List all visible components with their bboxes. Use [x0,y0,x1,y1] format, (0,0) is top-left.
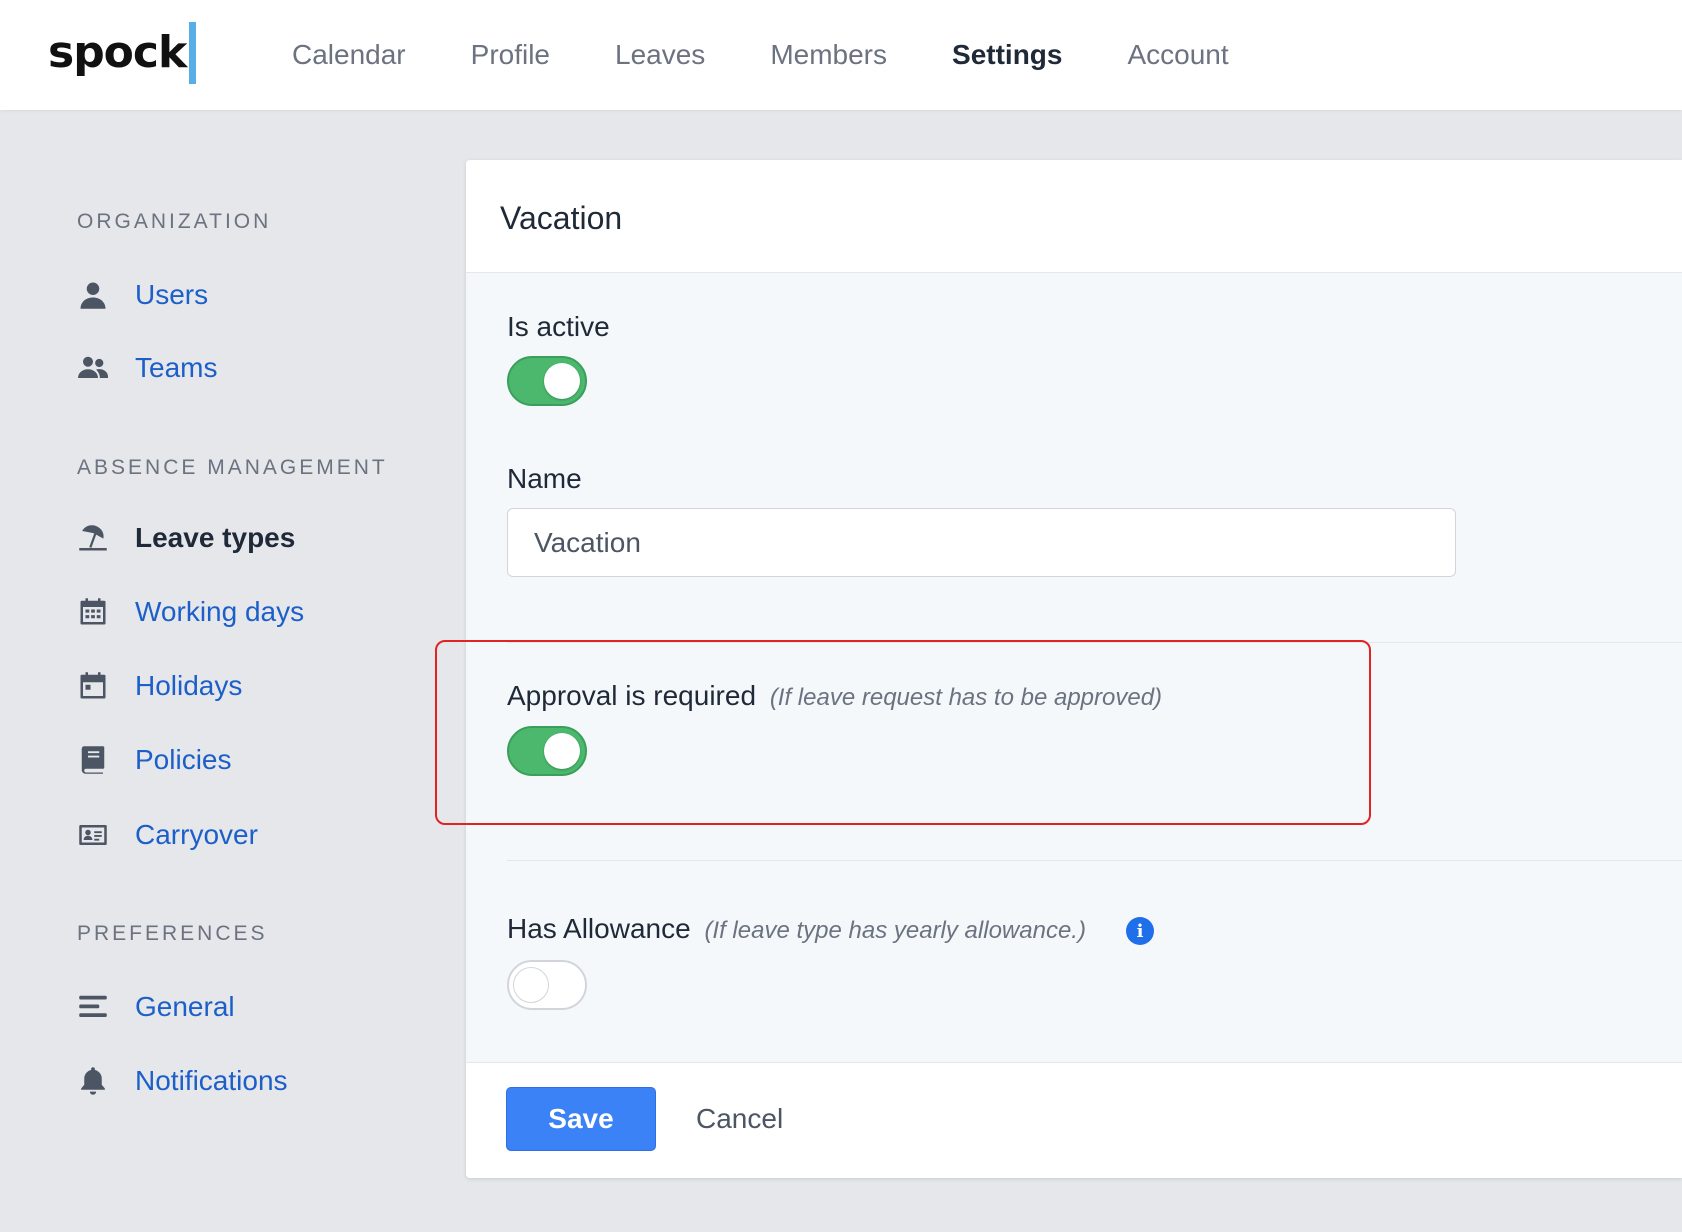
is-active-toggle[interactable] [507,356,587,406]
book-icon [77,744,109,776]
allowance-label-text: Has Allowance [507,913,691,944]
toggle-knob [544,733,580,769]
approval-label-text: Approval is required [507,680,757,711]
divider [507,642,1682,643]
leave-type-form-card: Vacation Is active Name Approval is requ… [466,160,1682,1178]
form-footer: Save Cancel [466,1062,1682,1178]
sidebar-item-general[interactable]: General [77,987,235,1027]
logo[interactable]: spock [48,22,197,84]
sidebar-item-carryover[interactable]: Carryover [77,815,258,855]
is-active-label: Is active [507,311,610,342]
name-input[interactable] [507,508,1456,577]
card-header: Vacation [466,160,1682,273]
sidebar-item-users[interactable]: Users [77,275,208,315]
page-title: Vacation [500,200,623,236]
cancel-button[interactable]: Cancel [696,1087,783,1151]
sidebar-item-label: Users [135,279,209,310]
id-card-icon [77,819,109,851]
allowance-label: Has Allowance (If leave type has yearly … [507,913,1086,945]
top-navbar: spock Calendar Profile Leaves Members Se… [0,0,1682,110]
sidebar-item-working-days[interactable]: Working days [77,592,304,632]
sidebar-item-notifications[interactable]: Notifications [77,1061,288,1101]
nav-account[interactable]: Account [1127,39,1228,71]
main-nav: Calendar Profile Leaves Members Settings… [292,0,1294,110]
divider [507,860,1682,861]
sidebar-item-label: Teams [135,352,218,383]
allowance-hint: (If leave type has yearly allowance.) [704,917,1086,944]
bell-icon [77,1065,109,1097]
sidebar-item-label: Policies [135,744,232,775]
toggle-knob [513,967,549,1003]
users-icon [77,352,109,384]
logo-bar [189,22,197,84]
has-allowance-toggle[interactable] [507,960,587,1010]
toggle-knob [544,363,580,399]
section-title-organization: ORGANIZATION [77,210,272,233]
sidebar-item-label: Working days [135,596,305,627]
calendar-grid-icon [77,596,109,628]
save-button[interactable]: Save [506,1087,656,1151]
settings-sidebar: ORGANIZATION Users Teams ABSENCE MANAGEM… [0,110,465,1232]
nav-profile[interactable]: Profile [471,39,550,71]
info-icon[interactable]: i [1126,917,1154,945]
sidebar-item-leave-types[interactable]: Leave types [77,518,295,558]
logo-text: spock [48,27,187,78]
sidebar-item-label: Carryover [135,819,258,850]
approval-required-toggle[interactable] [507,726,587,776]
sidebar-item-teams[interactable]: Teams [77,348,217,388]
sidebar-item-label: Holidays [135,670,243,701]
name-label: Name [507,463,582,494]
user-icon [77,279,109,311]
sidebar-item-label: Notifications [135,1065,288,1096]
nav-members[interactable]: Members [770,39,887,71]
sidebar-item-label: General [135,991,235,1022]
section-title-preferences: PREFERENCES [77,922,268,945]
calendar-icon [77,670,109,702]
approval-label: Approval is required (If leave request h… [507,680,1162,712]
approval-hint: (If leave request has to be approved) [769,684,1163,711]
sidebar-item-label: Leave types [135,522,296,553]
nav-calendar[interactable]: Calendar [292,39,406,71]
nav-leaves[interactable]: Leaves [615,39,705,71]
nav-settings[interactable]: Settings [952,39,1062,71]
align-left-icon [77,991,109,1023]
umbrella-beach-icon [77,522,109,554]
sidebar-item-holidays[interactable]: Holidays [77,666,242,706]
sidebar-item-policies[interactable]: Policies [77,740,231,780]
section-title-absence-management: ABSENCE MANAGEMENT [77,456,388,479]
